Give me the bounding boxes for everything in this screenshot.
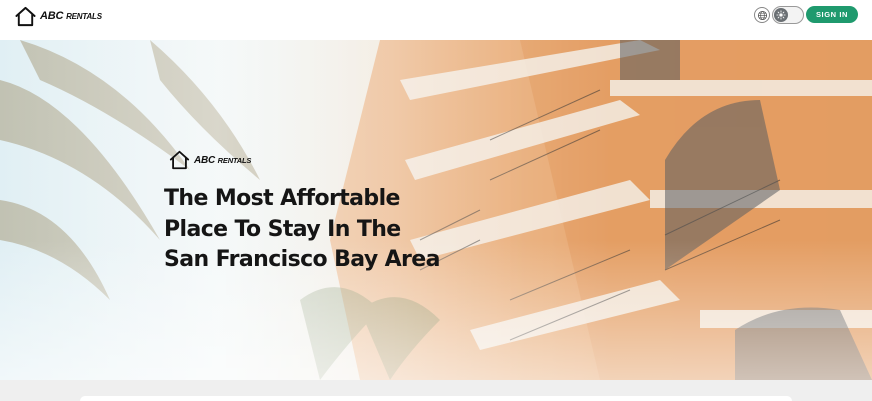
hero-brand-name: ABC RENTALS (194, 154, 252, 166)
search-card (80, 396, 792, 401)
globe-icon (757, 10, 767, 20)
toggle-knob (774, 8, 788, 22)
hero-title-line: San Francisco Bay Area (164, 247, 440, 272)
hero-banner: ABC RENTALS The Most Affortable Place To… (0, 40, 872, 380)
hero-title: The Most Affortable Place To Stay In The… (164, 184, 464, 276)
sign-in-button[interactable]: SIGN IN (806, 6, 858, 23)
house-icon (15, 6, 36, 26)
hero-logo: ABC RENTALS (168, 149, 251, 171)
hero-title-line: Place To Stay In The (164, 216, 401, 242)
brand-logo[interactable]: ABC RENTALS (14, 4, 102, 28)
brand-name: ABC RENTALS (40, 10, 102, 22)
sun-icon (776, 10, 786, 20)
language-button[interactable] (754, 7, 770, 23)
top-nav-bar: ABC RENTALS SIGN IN (0, 0, 872, 40)
hero-title-line: The Most Affortable (164, 186, 400, 211)
theme-toggle[interactable] (772, 6, 804, 24)
house-icon (169, 150, 190, 170)
